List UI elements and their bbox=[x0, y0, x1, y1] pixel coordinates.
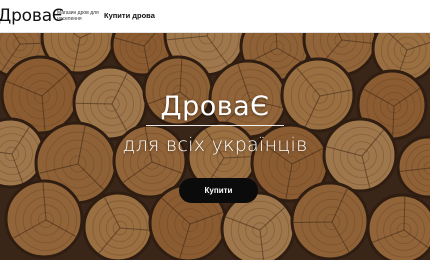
buy-button[interactable]: Купити bbox=[179, 178, 258, 203]
hero-subtitle: для всіх українців bbox=[122, 134, 308, 156]
hero-banner: ДроваЄ для всіх українців Купити bbox=[0, 33, 430, 260]
nav-link-buy-firewood[interactable]: Купити дрова bbox=[104, 11, 155, 20]
site-header: ДроваЄ Магазин дров для населення Купити… bbox=[0, 0, 430, 33]
hero-divider bbox=[146, 125, 284, 126]
hero-title: ДроваЄ bbox=[160, 91, 270, 122]
site-logo[interactable]: ДроваЄ bbox=[0, 6, 64, 26]
site-tagline: Магазин дров для населення bbox=[57, 10, 99, 22]
